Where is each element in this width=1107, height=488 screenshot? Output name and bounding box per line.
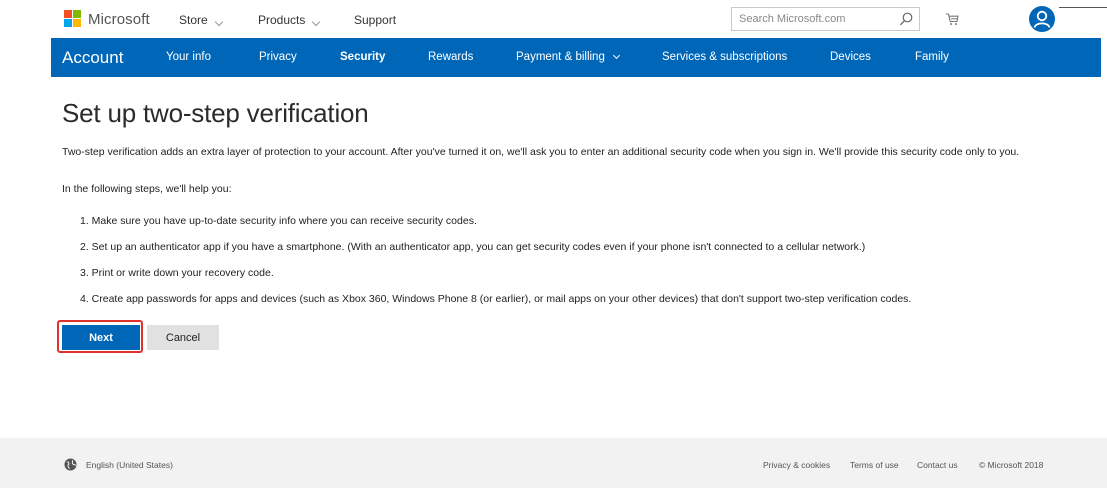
nav-support[interactable]: Support	[354, 13, 396, 27]
top-header: Microsoft Store Products Support	[0, 0, 1107, 38]
cancel-button[interactable]: Cancel	[147, 325, 219, 350]
cart-icon[interactable]	[944, 11, 960, 27]
tab-family[interactable]: Family	[915, 38, 949, 77]
logo-square	[64, 10, 72, 18]
tab-payment-billing[interactable]: Payment & billing	[516, 38, 620, 77]
step-item-1: 1. Make sure you have up-to-date securit…	[80, 215, 477, 227]
search-input[interactable]	[731, 7, 920, 31]
logo-square	[73, 10, 81, 18]
footer-link-privacy[interactable]: Privacy & cookies	[763, 460, 830, 470]
tab-devices[interactable]: Devices	[830, 38, 871, 77]
tab-privacy[interactable]: Privacy	[259, 38, 297, 77]
footer-link-contact[interactable]: Contact us	[917, 460, 958, 470]
microsoft-logo-icon	[64, 10, 82, 28]
nav-products-label: Products	[258, 13, 306, 27]
nav-store[interactable]: Store	[179, 13, 223, 27]
language-selector[interactable]: English (United States)	[86, 460, 173, 470]
account-avatar[interactable]	[1029, 6, 1055, 32]
footer-copyright: © Microsoft 2018	[979, 460, 1044, 470]
page-title: Set up two-step verification	[62, 98, 369, 128]
step-item-2: 2. Set up an authenticator app if you ha…	[80, 241, 866, 253]
tab-security[interactable]: Security	[340, 38, 385, 77]
logo-square	[64, 19, 72, 27]
intro-text: Two-step verification adds an extra laye…	[62, 146, 1020, 158]
footer: English (United States) Privacy & cookie…	[0, 438, 1107, 488]
chevron-down-icon	[214, 17, 223, 27]
account-icon	[1033, 10, 1051, 28]
account-nav-bar: Account Your info Privacy Security Rewar…	[51, 38, 1101, 77]
corner-divider	[1059, 7, 1107, 8]
nav-products[interactable]: Products	[258, 13, 321, 27]
chevron-down-icon	[312, 17, 321, 27]
search-icon[interactable]	[898, 11, 914, 27]
tab-rewards[interactable]: Rewards	[428, 38, 473, 77]
chevron-down-icon	[612, 51, 620, 60]
account-title[interactable]: Account	[62, 38, 123, 77]
microsoft-logo[interactable]: Microsoft	[64, 10, 150, 28]
nav-store-label: Store	[179, 13, 208, 27]
help-text: In the following steps, we'll help you:	[62, 183, 232, 195]
tab-payment-billing-label: Payment & billing	[516, 51, 605, 63]
nav-support-label: Support	[354, 13, 397, 27]
logo-text: Microsoft	[88, 10, 150, 28]
next-button[interactable]: Next	[62, 325, 140, 350]
step-item-3: 3. Print or write down your recovery cod…	[80, 267, 274, 279]
footer-link-terms[interactable]: Terms of use	[850, 460, 899, 470]
tab-services-subscriptions[interactable]: Services & subscriptions	[662, 38, 787, 77]
logo-square	[73, 19, 81, 27]
globe-icon	[64, 458, 77, 471]
step-item-4: 4. Create app passwords for apps and dev…	[80, 293, 912, 305]
tab-your-info[interactable]: Your info	[166, 38, 211, 77]
